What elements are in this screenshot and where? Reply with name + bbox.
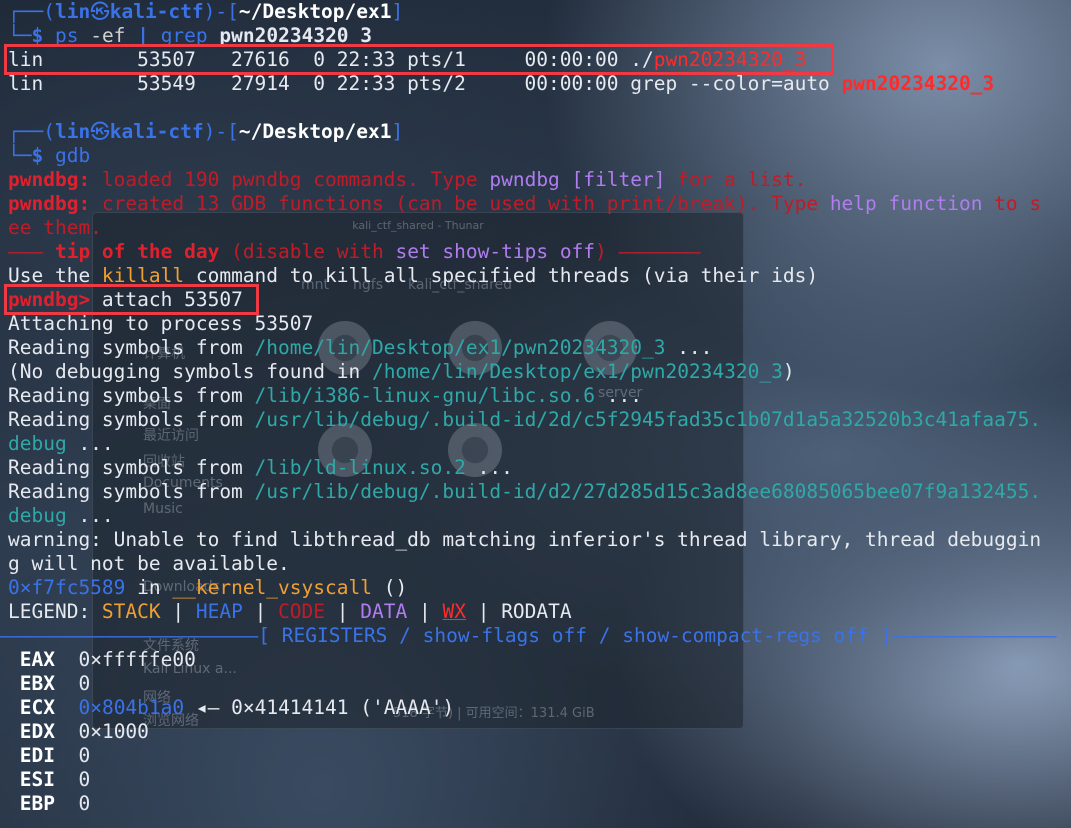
register-row: EAX 0×fffffe00	[0, 648, 1071, 672]
attach-command: attach 53507	[90, 288, 255, 311]
register-value: 0×fffffe00	[78, 648, 196, 671]
legend-wx: WX	[442, 600, 466, 623]
command-line-2: └─$ gdb	[8, 144, 91, 167]
prompt-line-1: ┌──(lin㉿kali-ctf)-[~/Desktop/ex1]	[8, 0, 404, 23]
pwndbg-loaded-line: pwndbg: loaded 190 pwndbg commands. Type…	[8, 168, 807, 191]
legend-heap: HEAP	[195, 600, 243, 623]
output-reading-libc: Reading symbols from /lib/i386-linux-gnu…	[8, 384, 642, 407]
command-line-1: └─$ ps -ef | grep pwn20234320 3	[8, 24, 373, 47]
register-value: 0	[78, 768, 91, 791]
register-name: ECX	[19, 696, 55, 719]
tip-text: Use the killall command to kill all spec…	[8, 264, 819, 287]
command-gdb: gdb	[54, 144, 91, 167]
output-warning-wrap: g will not be available.	[8, 552, 290, 575]
prompt-host: kali-ctf	[109, 0, 204, 23]
deref-arrow: ◂—	[184, 696, 232, 719]
output-attaching: Attaching to process 53507	[8, 312, 314, 335]
legend-stack: STACK	[101, 600, 161, 623]
frame-line: 0×f7fc5589 in __kernel_vsyscall ()	[8, 576, 408, 599]
command-grep: grep	[160, 24, 208, 47]
register-row: EBX 0	[0, 672, 1071, 696]
pwndbg-attach-line: pwndbg> attach 53507	[0, 284, 1071, 315]
register-name: EDX	[19, 720, 55, 743]
register-name: EBP	[19, 792, 55, 815]
registers-header: ——————————————————————[ REGISTERS / show…	[0, 624, 1057, 647]
register-value: 0	[78, 792, 91, 815]
pwndbg-prompt: pwndbg>	[8, 288, 91, 311]
register-value: 0×804b1a0	[78, 696, 185, 719]
register-row: EBP 0	[0, 792, 1071, 816]
prompt-user: lin	[54, 120, 91, 143]
output-warning: warning: Unable to find libthread_db mat…	[8, 528, 1042, 551]
register-row: EDI 0	[0, 744, 1071, 768]
prompt-line-2: ┌──(lin㉿kali-ctf)-[~/Desktop/ex1]	[8, 120, 404, 143]
ps-row-grep-match: pwn20234320_3	[841, 72, 995, 95]
prompt-user: lin	[54, 0, 91, 23]
output-reading-symbols: Reading symbols from /home/lin/Desktop/e…	[8, 336, 713, 359]
output-no-debug-symbols: (No debugging symbols found in /home/lin…	[8, 360, 795, 383]
tip-killall: killall	[101, 264, 185, 287]
frame-address: 0×f7fc5589	[8, 576, 126, 599]
registers-header-title: [ REGISTERS / show-flags off / show-comp…	[258, 624, 893, 647]
register-deref: 0×41414141 ('AAAA')	[231, 696, 455, 719]
prompt-skull-icon: ㉿	[90, 120, 110, 143]
ps-row-target-binary: pwn20234320_3	[653, 48, 807, 71]
register-row: ECX 0×804b1a0 ◂— 0×41414141 ('AAAA')	[0, 696, 1071, 720]
pwndbg-created-line: pwndbg: created 13 GDB functions (can be…	[8, 192, 1042, 215]
ps-row-grep: lin 53549 27914 0 22:33 pts/2 00:00:00 g…	[0, 72, 1071, 96]
register-name: EDI	[19, 744, 55, 767]
output-reading-libc-debug: Reading symbols from /usr/lib/debug/.bui…	[8, 408, 1042, 431]
pwndbg-created-wrap: ee them.	[8, 216, 102, 239]
legend-rodata: RODATA	[501, 600, 572, 623]
output-reading-ld-debug: Reading symbols from /usr/lib/debug/.bui…	[8, 480, 1042, 503]
legend-line: LEGEND: STACK | HEAP | CODE | DATA | WX …	[8, 600, 572, 623]
ps-row-target-text: lin 53507 27616 0 22:33 pts/1 00:00:00 .…	[8, 48, 654, 71]
prompt-skull-icon: ㉿	[90, 0, 110, 23]
output-reading-ld: Reading symbols from /lib/ld-linux.so.2 …	[8, 456, 513, 479]
command-ps-arg: -ef	[90, 24, 126, 47]
output-reading-libc-debug-wrap: debug ...	[8, 432, 114, 455]
frame-function: __kernel_vsyscall	[172, 576, 372, 599]
prompt-host: kali-ctf	[109, 120, 204, 143]
register-name: EAX	[19, 648, 55, 671]
ps-row-target: lin 53507 27616 0 22:33 pts/1 00:00:00 .…	[0, 44, 1071, 75]
legend-data: DATA	[360, 600, 408, 623]
output-reading-ld-debug-wrap: debug ...	[8, 504, 114, 527]
pipe-symbol: |	[137, 24, 149, 47]
register-row: ESI 0	[0, 768, 1071, 792]
register-value: 0×1000	[78, 720, 149, 743]
tip-of-the-day-header: ——— tip of the day (disable with set sho…	[8, 240, 701, 263]
register-row: EDX 0×1000	[0, 720, 1071, 744]
prompt-path: ~/Desktop/ex1	[238, 0, 392, 23]
ps-row-grep-text: lin 53549 27914 0 22:33 pts/2 00:00:00 g…	[8, 72, 842, 95]
prompt-path: ~/Desktop/ex1	[238, 120, 392, 143]
command-ps: ps	[54, 24, 79, 47]
legend-code: CODE	[278, 600, 326, 623]
register-name: ESI	[19, 768, 55, 791]
register-value: 0	[78, 744, 91, 767]
register-value: 0	[78, 672, 91, 695]
register-name: EBX	[19, 672, 55, 695]
terminal-output[interactable]: ┌──(lin㉿kali-ctf)-[~/Desktop/ex1] └─$ ps…	[0, 0, 1071, 816]
command-grep-arg: pwn20234320 3	[219, 24, 373, 47]
